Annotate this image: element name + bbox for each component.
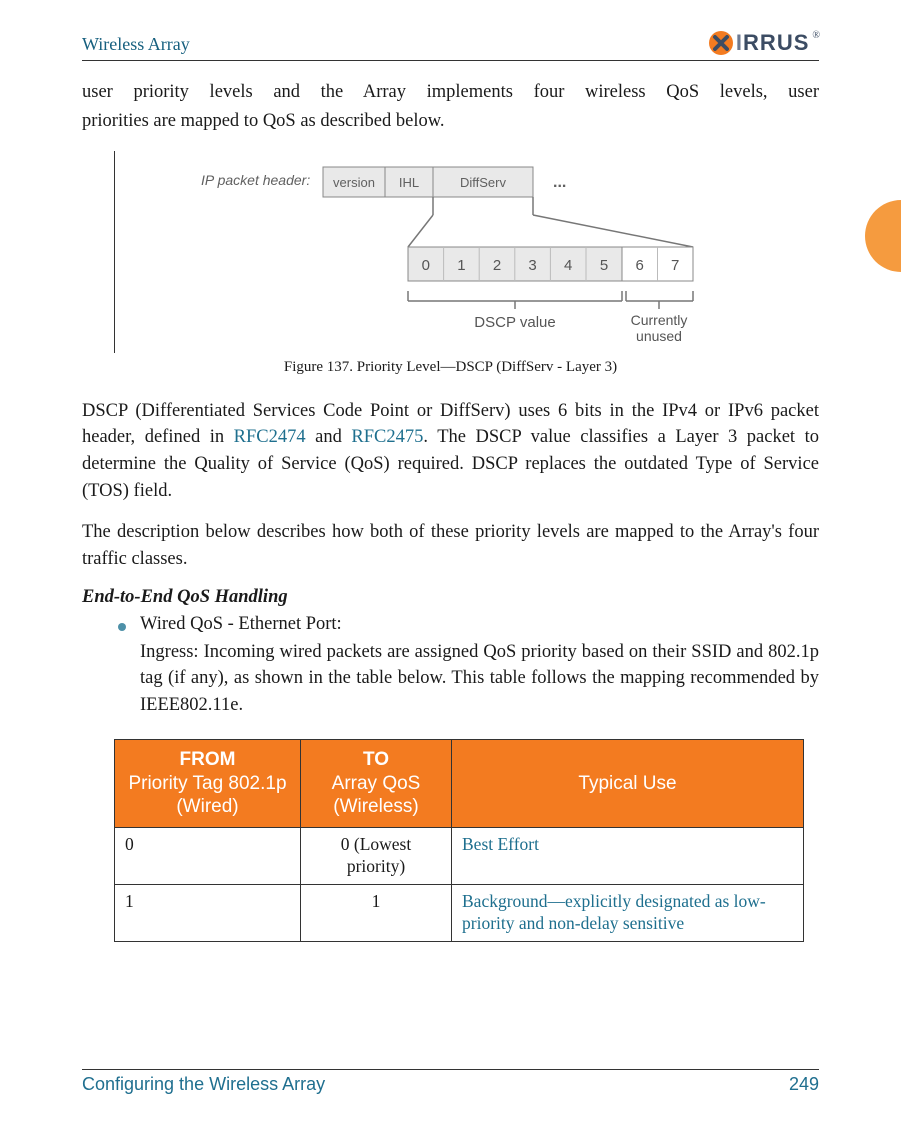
svg-text:7: 7	[671, 257, 679, 274]
col-to: TO Array QoS (Wireless)	[301, 739, 452, 827]
side-tab	[865, 200, 901, 272]
intro-line-2: priorities are mapped to QoS as describe…	[82, 108, 819, 135]
brand-logo: IRRUS ®	[708, 28, 819, 56]
svg-text:5: 5	[600, 257, 608, 274]
cell-to: 0 (Lowest priority)	[301, 828, 452, 885]
svg-text:3: 3	[528, 257, 536, 274]
figure-caption: Figure 137. Priority Level—DSCP (DiffSer…	[82, 359, 819, 376]
label-dots: ...	[553, 174, 566, 191]
svg-text:6: 6	[636, 257, 644, 274]
label-ip-packet-header: IP packet header:	[201, 172, 310, 188]
cell-use: Background—explicitly designated as low-…	[452, 884, 804, 941]
col-from: FROM Priority Tag 802.1p (Wired)	[115, 739, 301, 827]
label-diffserv: DiffServ	[460, 175, 506, 190]
link-rfc2475[interactable]: RFC2475	[351, 427, 423, 447]
qos-mapping-table: FROM Priority Tag 802.1p (Wired) TO Arra…	[114, 739, 804, 942]
mapping-paragraph: The description below describes how both…	[82, 519, 819, 573]
ingress-paragraph: Ingress: Incoming wired packets are assi…	[140, 639, 819, 719]
dscp-paragraph: DSCP (Differentiated Services Code Point…	[82, 398, 819, 505]
link-rfc2474[interactable]: RFC2474	[234, 427, 306, 447]
bullet-text: Wired QoS - Ethernet Port:	[140, 614, 342, 635]
header-title: Wireless Array	[82, 28, 190, 55]
svg-text:Currently: Currently	[631, 312, 688, 328]
footer-section: Configuring the Wireless Array	[82, 1074, 325, 1095]
cell-to: 1	[301, 884, 452, 941]
table-row: 1 1 Background—explicitly designated as …	[115, 884, 804, 941]
cell-use: Best Effort	[452, 828, 804, 885]
svg-text:2: 2	[493, 257, 501, 274]
svg-text:1: 1	[457, 257, 465, 274]
cell-from: 0	[115, 828, 301, 885]
table-row: 0 0 (Lowest priority) Best Effort	[115, 828, 804, 885]
col-use: Typical Use	[452, 739, 804, 827]
text: and	[306, 427, 352, 447]
label-ihl: IHL	[399, 175, 419, 190]
label-version: version	[333, 175, 375, 190]
label-dscp-value: DSCP value	[474, 314, 555, 331]
subheading-qos: End-to-End QoS Handling	[82, 587, 819, 608]
page-header: Wireless Array IRRUS ®	[82, 28, 819, 61]
page: Wireless Array IRRUS ® user priority lev…	[0, 0, 901, 1137]
intro-line-1: user priority levels and the Array imple…	[82, 79, 819, 106]
figure-wrap: IP packet header: version IHL DiffServ .…	[114, 151, 819, 353]
brand-wordmark: IRRUS	[736, 30, 809, 56]
xirrus-x-icon	[708, 30, 734, 56]
svg-text:0: 0	[422, 257, 430, 274]
dscp-diagram: IP packet header: version IHL DiffServ .…	[193, 157, 753, 347]
figure: IP packet header: version IHL DiffServ .…	[127, 157, 819, 347]
page-footer: Configuring the Wireless Array 249	[82, 1069, 819, 1095]
table-header-row: FROM Priority Tag 802.1p (Wired) TO Arra…	[115, 739, 804, 827]
svg-text:4: 4	[564, 257, 572, 274]
bullet-wired-qos: Wired QoS - Ethernet Port:	[118, 614, 819, 635]
registered-icon: ®	[812, 30, 820, 41]
byte-row: 0 1 2 3 4 5 6 7	[408, 247, 693, 281]
bullet-icon	[118, 623, 126, 631]
footer-page-number: 249	[789, 1074, 819, 1095]
svg-text:unused: unused	[636, 328, 682, 344]
cell-from: 1	[115, 884, 301, 941]
